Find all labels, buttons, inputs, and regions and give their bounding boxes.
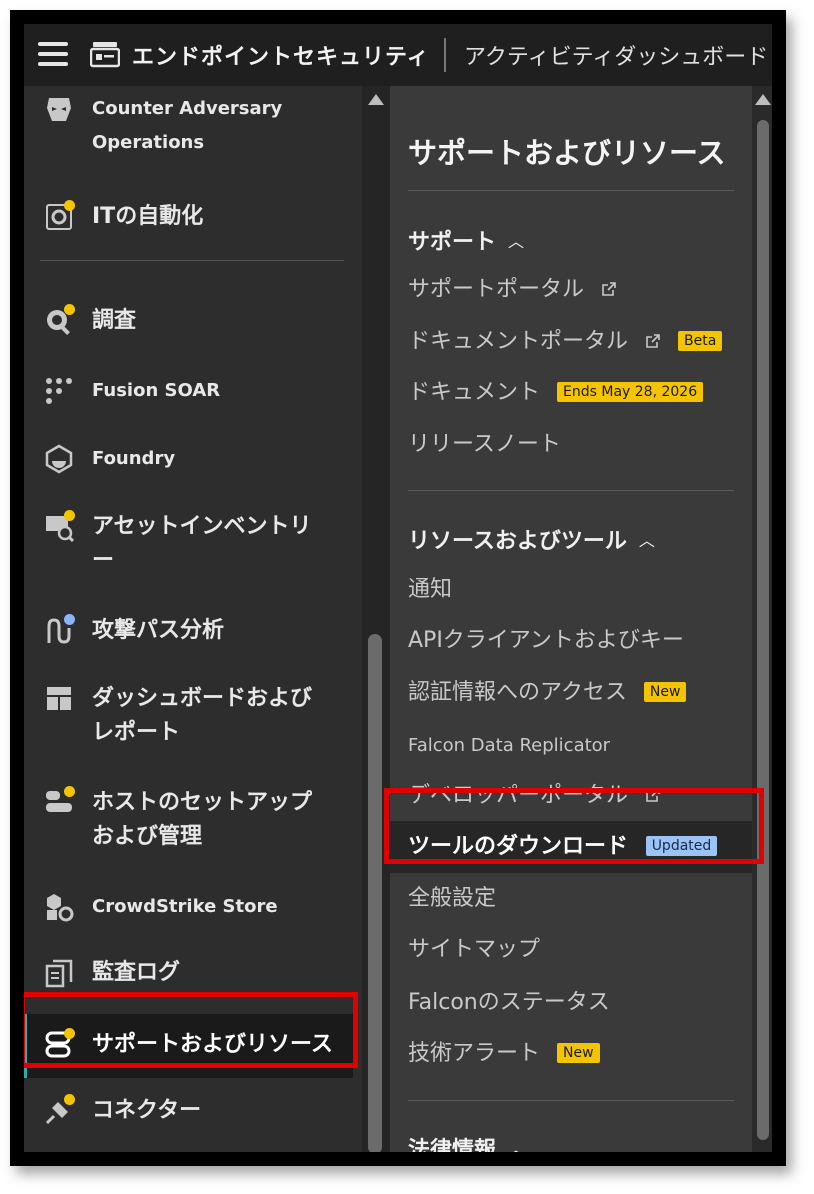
link-sitemap[interactable]: サイトマップ	[408, 935, 540, 965]
ends-date-badge: Ends May 28, 2026	[557, 382, 704, 402]
app-window: エンドポイントセキュリティ アクティビティダッシュボード Counter Adv…	[24, 24, 772, 1152]
link-document-portal[interactable]: ドキュメントポータル Beta	[408, 327, 723, 357]
sidebar-item-label-line2: ー	[92, 548, 115, 573]
link-label: 技術アラート	[408, 1041, 541, 1066]
section-support-toggle[interactable]: サポート ︿	[408, 224, 524, 256]
sidebar-item-label: 攻撃パス分析	[92, 618, 225, 643]
sidebar-item-label-line2: Operations	[92, 132, 205, 153]
highlight-box-tool-downloads	[384, 788, 764, 864]
sidebar-item-label: Foundry	[92, 448, 176, 469]
link-label: ドキュメント	[408, 380, 541, 405]
link-release-notes[interactable]: リリースノート	[408, 430, 561, 460]
link-label: APIクライアントおよびキー	[408, 628, 684, 653]
sidebar-item-label: ITの自動化	[92, 204, 204, 229]
endpoint-security-icon	[90, 42, 120, 68]
audit-log-icon	[45, 959, 73, 988]
link-support-portal[interactable]: サポートポータル	[408, 275, 617, 305]
panel-divider	[408, 490, 734, 491]
notification-dot	[64, 200, 75, 211]
sidebar-item-label: Fusion SOAR	[92, 380, 221, 401]
notification-dot	[64, 304, 75, 315]
link-label: 認証情報へのアクセス	[408, 680, 627, 705]
link-label: ドキュメントポータル	[408, 329, 629, 354]
sidebar-item-label: 調査	[92, 308, 137, 333]
sidebar-scroll-up-icon[interactable]	[368, 94, 384, 105]
link-label: 全般設定	[408, 886, 497, 911]
panel-divider	[408, 190, 734, 191]
section-label: サポート	[408, 230, 497, 255]
page-title: アクティビティダッシュボード	[464, 45, 769, 70]
sidebar-item-label: ダッシュボードおよび	[92, 686, 313, 711]
hamburger-menu-icon[interactable]	[38, 42, 68, 66]
link-label: Falconのステータス	[408, 990, 610, 1015]
panel-scroll-up-icon[interactable]	[755, 94, 771, 105]
highlight-box-support-resources	[24, 992, 358, 1068]
sidebar-item-label: Counter Adversary	[92, 98, 283, 119]
mask-icon	[47, 98, 71, 121]
top-bar: エンドポイントセキュリティ アクティビティダッシュボード	[24, 24, 772, 86]
notification-dot	[64, 614, 75, 625]
link-api-clients[interactable]: APIクライアントおよびキー	[408, 626, 684, 656]
header-divider	[444, 38, 446, 72]
sidebar-item-label: CrowdStrike Store	[92, 896, 278, 917]
notification-dot	[64, 786, 75, 797]
chevron-up-icon: ︿	[638, 531, 655, 550]
support-resources-panel: サポートおよびリソース サポート ︿ サポートポータル ドキュメントポータル Be…	[390, 86, 752, 1152]
sidebar-item-label: アセットインベントリ	[92, 514, 312, 539]
sidebar-item-label: コネクター	[92, 1098, 202, 1123]
notification-dot	[64, 510, 75, 521]
new-badge: New	[643, 682, 687, 702]
sidebar-item-label: 監査ログ	[92, 960, 181, 985]
nav-divider	[40, 260, 344, 261]
new-badge: New	[557, 1043, 600, 1063]
external-link-icon	[602, 282, 616, 296]
link-tech-alerts[interactable]: 技術アラート New	[408, 1039, 600, 1069]
section-resources-toggle[interactable]: リソースおよびツール ︿	[408, 523, 655, 555]
link-label: リリースノート	[408, 432, 561, 457]
sidebar-item-label: ホストのセットアップ	[92, 790, 313, 815]
panel-scrollbar-thumb[interactable]	[757, 120, 769, 1140]
link-documents[interactable]: ドキュメント Ends May 28, 2026	[408, 378, 704, 408]
foundry-icon	[45, 444, 73, 474]
section-label: リソースおよびツール	[408, 529, 627, 554]
link-label: サポートポータル	[408, 277, 585, 302]
link-falcon-status[interactable]: Falconのステータス	[408, 988, 610, 1018]
section-label: 法律情報	[408, 1138, 497, 1152]
app-title[interactable]: エンドポイントセキュリティ	[132, 39, 430, 71]
link-falcon-data-replicator[interactable]: Falcon Data Replicator	[408, 731, 610, 761]
panel-divider	[408, 1100, 734, 1101]
external-link-icon	[646, 334, 660, 348]
sidebar-item-label-line2: レポート	[92, 720, 181, 745]
panel-title: サポートおよびリソース	[408, 136, 726, 170]
link-label: Falcon Data Replicator	[408, 735, 611, 756]
link-label: 通知	[408, 577, 453, 602]
sidebar-scrollbar-thumb[interactable]	[368, 634, 382, 1152]
store-icon	[47, 894, 74, 922]
notification-dot	[64, 1094, 75, 1105]
link-credential-access[interactable]: 認証情報へのアクセス New	[408, 678, 687, 708]
link-general-settings[interactable]: 全般設定	[408, 884, 496, 914]
chevron-up-icon: ︿	[508, 232, 525, 251]
workflow-icon	[46, 378, 72, 404]
chevron-up-icon: ︿	[508, 1140, 525, 1152]
beta-badge: Beta	[678, 331, 723, 351]
sidebar-item-label-line2: および管理	[92, 824, 203, 849]
section-legal-toggle[interactable]: 法律情報 ︿	[408, 1132, 524, 1152]
link-notifications[interactable]: 通知	[408, 575, 452, 605]
dashboard-icon	[47, 687, 71, 710]
link-label: サイトマップ	[408, 937, 541, 962]
